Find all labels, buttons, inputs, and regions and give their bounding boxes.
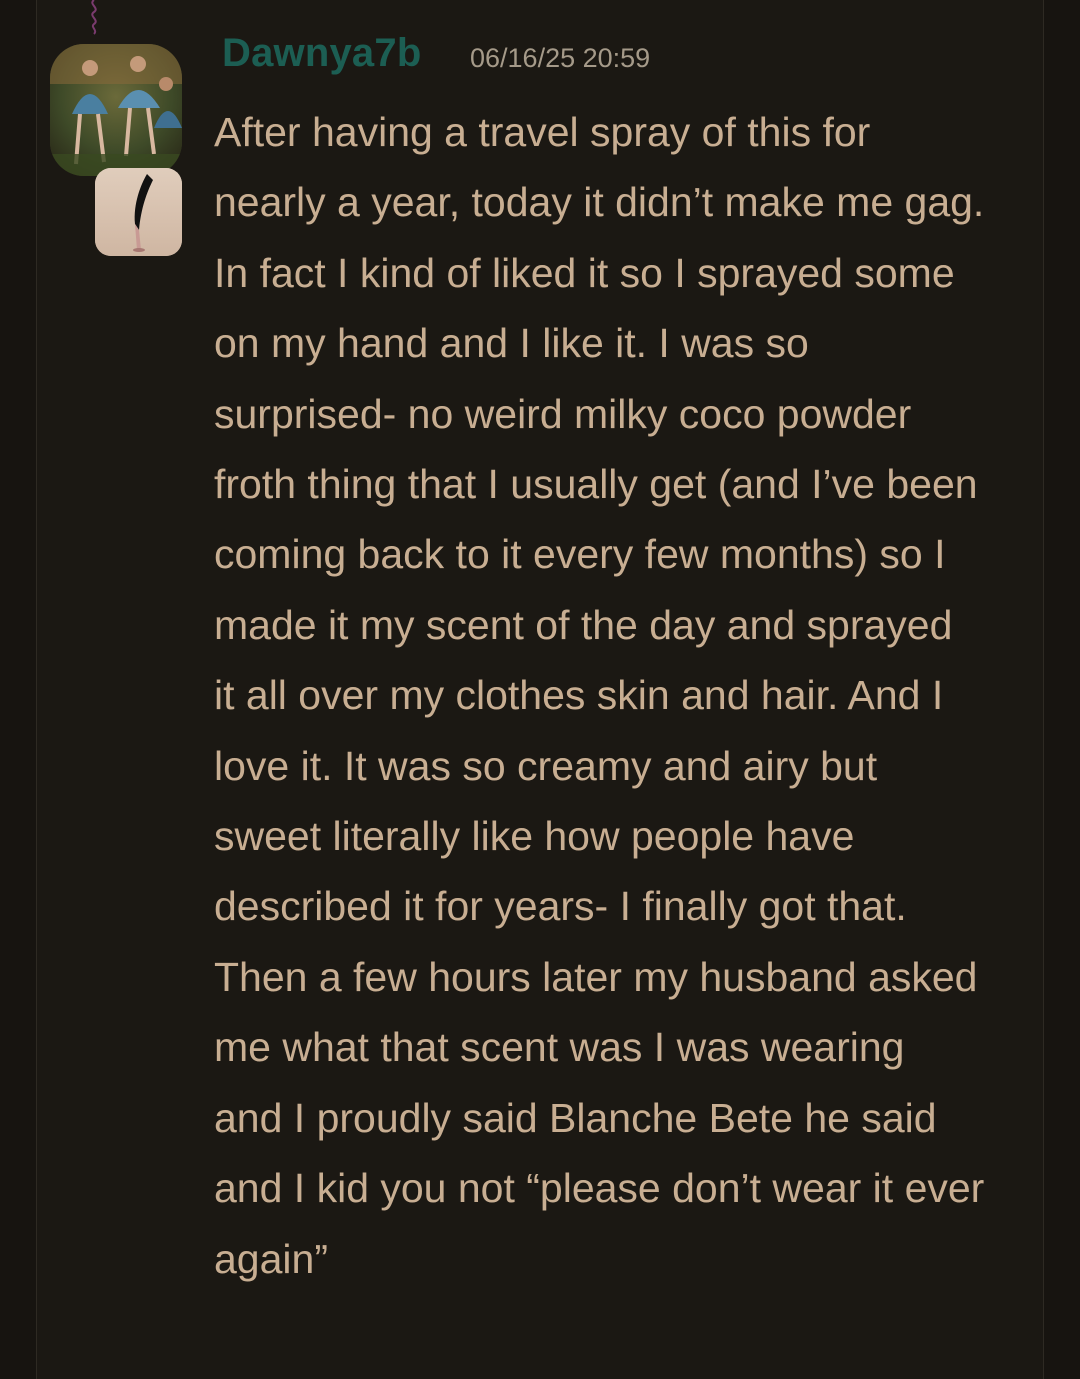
- comment-line: love it. It was so creamy and airy but: [214, 742, 878, 789]
- squiggle-icon: [91, 0, 97, 35]
- comment-line: coming back to it every few months) so I: [214, 531, 946, 578]
- comment-line: described it for years- I finally got th…: [214, 883, 907, 930]
- comment-line: sweet literally like how people have: [214, 813, 855, 860]
- high-heel-badge-icon: [95, 168, 182, 256]
- painting-avatar-icon[interactable]: [50, 44, 182, 176]
- comment-text: After having a travel spray of this for …: [214, 97, 1044, 1294]
- comment-line: and I proudly said Blanche Bete he said: [214, 1094, 937, 1141]
- comment-line: froth thing that I usually get (and I’ve…: [214, 461, 978, 508]
- comment-line: surprised- no weird milky coco powder: [214, 390, 912, 437]
- comment-line: After having a travel spray of this for: [214, 109, 871, 155]
- comment-line: it all over my clothes skin and hair. An…: [214, 672, 944, 719]
- comment-line: again”: [214, 1235, 328, 1282]
- comment-line: on my hand and I like it. I was so: [214, 320, 809, 367]
- comment-line: and I kid you not “please don’t wear it …: [214, 1165, 985, 1212]
- comment-line: Then a few hours later my husband asked: [214, 953, 978, 1000]
- comment-line: In fact I kind of liked it so I sprayed …: [214, 249, 955, 296]
- comment-line: made it my scent of the day and sprayed: [214, 601, 953, 648]
- timestamp: 06/16/25 20:59: [470, 43, 651, 73]
- comment-line: nearly a year, today it didn’t make me g…: [214, 179, 985, 226]
- username[interactable]: Dawnya7b: [222, 30, 421, 76]
- comment-line: me what that scent was I was wearing: [214, 1024, 905, 1071]
